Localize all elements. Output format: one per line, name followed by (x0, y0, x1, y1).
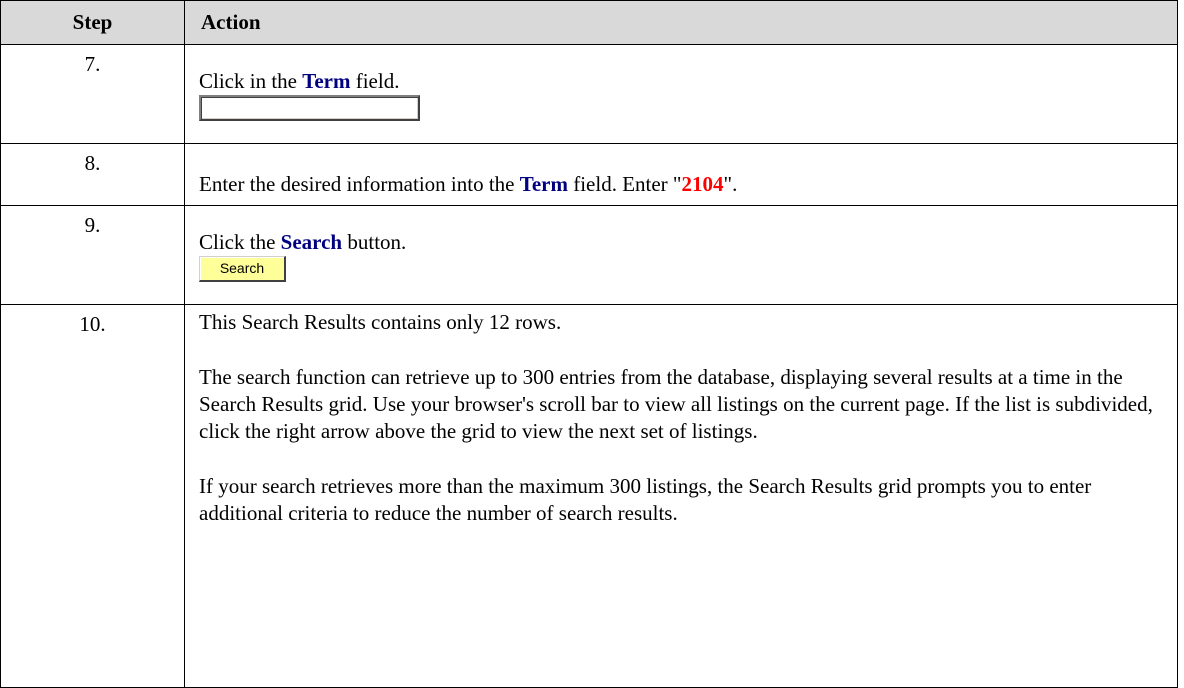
paragraph-row-count: This Search Results contains only 12 row… (199, 310, 562, 334)
paragraph-search-function: The search function can retrieve up to 3… (199, 365, 1153, 443)
step-row-7: 7. Click in the Term field. (0, 44, 1178, 144)
step-row-8: 8. Enter the desired information into th… (0, 143, 1178, 206)
steps-table: Step Action 7. Click in the Term field. … (0, 0, 1178, 688)
step-number: 7. (84, 52, 101, 76)
term-input-field-image (199, 95, 420, 121)
search-button-image: Search (199, 256, 286, 282)
paragraph-max-listings: If your search retrieves more than the m… (199, 474, 1092, 525)
step-number: 8. (84, 151, 101, 175)
step-column-header: Step (0, 0, 185, 45)
action-column-header: Action (184, 0, 1178, 45)
instruction-text: Click the Search button. (199, 230, 407, 254)
field-keyword: Term (302, 69, 351, 93)
step-row-10: 10. This Search Results contains only 12… (0, 304, 1178, 688)
instruction-text: Enter the desired information into the T… (199, 172, 738, 196)
step-row-9: 9. Click the Search button. Search (0, 205, 1178, 305)
step-action: Click in the Term field. (184, 44, 1178, 144)
step-number: 9. (84, 213, 101, 237)
header-row: Step Action (0, 0, 1178, 45)
step-action: This Search Results contains only 12 row… (184, 304, 1178, 688)
step-number: 10. (79, 312, 106, 336)
step-action: Click the Search button. Search (184, 205, 1178, 305)
instruction-text: Click in the Term field. (199, 69, 400, 93)
entry-value: 2104 (681, 172, 724, 196)
button-keyword: Search (280, 230, 343, 254)
step-action: Enter the desired information into the T… (184, 143, 1178, 206)
field-keyword: Term (519, 172, 568, 196)
